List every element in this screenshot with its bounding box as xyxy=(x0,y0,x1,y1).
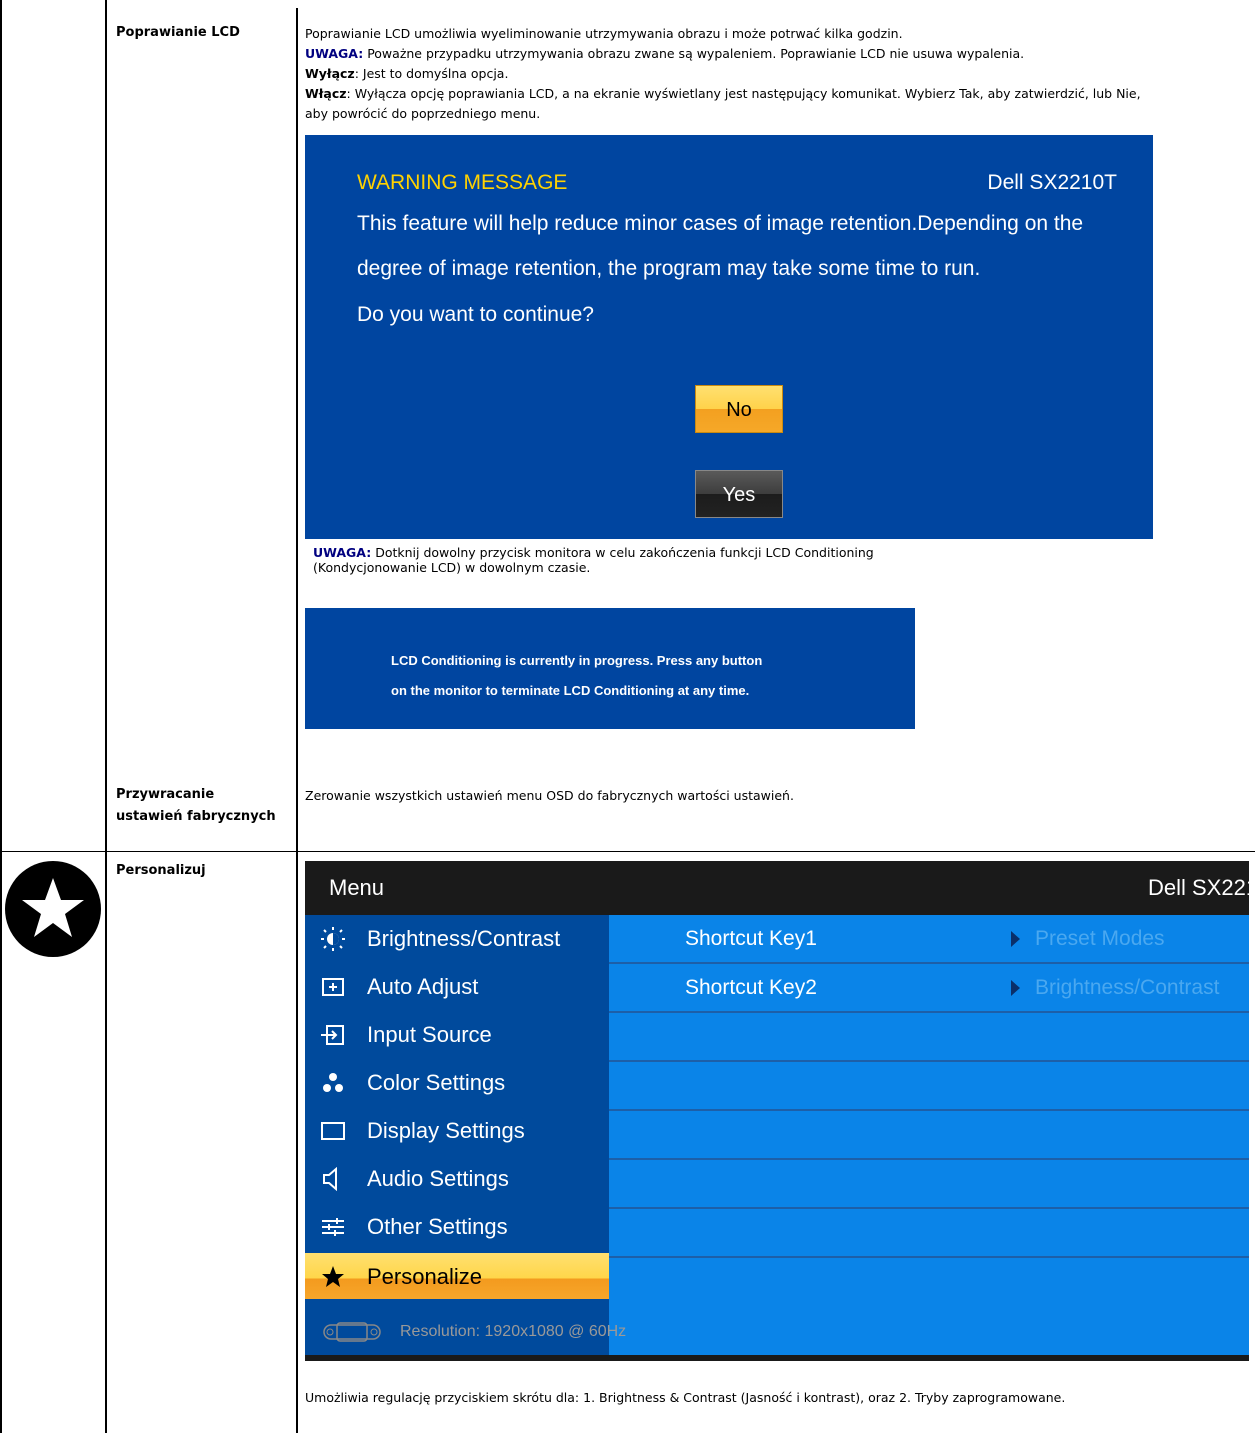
color-settings-icon xyxy=(323,1073,343,1092)
on-text: : Wyłącza opcję poprawiania LCD, a na ek… xyxy=(346,86,1141,101)
display-settings-icon xyxy=(321,1122,345,1140)
table-left-border xyxy=(0,0,2,1433)
progress-line1: LCD Conditioning is currently in progres… xyxy=(391,653,763,668)
menu-item-color-settings[interactable]: Color Settings xyxy=(305,1059,609,1107)
input-source-icon xyxy=(321,1025,344,1045)
menu-item-audio-settings[interactable]: Audio Settings xyxy=(305,1155,609,1203)
menu-item-label: Input Source xyxy=(367,1022,492,1047)
shortcut-key-label: Shortcut Key1 xyxy=(685,927,817,950)
audio-settings-icon xyxy=(323,1167,337,1191)
row-label-factory-reset: Przywracanie ustawień fabrycznych xyxy=(116,784,276,828)
factory-reset-label-line1: Przywracanie xyxy=(116,787,215,802)
osd-model: Dell SX2210T xyxy=(1148,875,1249,900)
other-settings-icon xyxy=(322,1218,344,1236)
off-text: : Jest to domyślna opcja. xyxy=(354,66,509,81)
resolution-text: Resolution: 1920x1080 @ 60Hz xyxy=(400,1323,627,1340)
note2-label: UWAGA: xyxy=(313,545,372,560)
osd-menu-list: Brightness/Contrast Auto Adjust Input So… xyxy=(305,915,609,1355)
menu-item-label: Display Settings xyxy=(367,1118,525,1143)
note2-line1: UWAGA: Dotknij dowolny przycisk monitora… xyxy=(313,545,874,560)
brightness-icon xyxy=(321,927,345,951)
lcd-off-option: Wyłącz: Jest to domyślna opcja. xyxy=(305,64,1141,84)
row-divider xyxy=(0,851,1255,852)
osd-shortcut-panel: Shortcut Key1 Preset Modes Shortcut Key2… xyxy=(609,915,1249,1355)
note2-text1: Dotknij dowolny przycisk monitora w celu… xyxy=(371,545,874,560)
menu-item-label: Other Settings xyxy=(367,1214,508,1239)
note2-line2: (Kondycjonowanie LCD) w dowolnym czasie. xyxy=(313,560,591,575)
warning-model: Dell SX2210T xyxy=(987,171,1117,194)
note-label: UWAGA: xyxy=(305,46,364,61)
vga-connector-icon xyxy=(323,1322,381,1342)
empty-row xyxy=(609,1013,1249,1062)
yes-button[interactable]: Yes xyxy=(695,470,783,518)
warning-title: WARNING MESSAGE xyxy=(357,171,568,194)
menu-item-display-settings[interactable]: Display Settings xyxy=(305,1107,609,1155)
progress-line2: on the monitor to terminate LCD Conditio… xyxy=(391,683,750,698)
personalize-description: Umożliwia regulację przyciskiem skrótu d… xyxy=(305,1390,1066,1405)
shortcut-key-label: Shortcut Key2 xyxy=(685,976,817,999)
shortcut-value: Preset Modes xyxy=(1035,927,1165,950)
lcd-note: UWAGA: Poważne przypadku utrzymywania ob… xyxy=(305,44,1141,64)
menu-item-input-source[interactable]: Input Source xyxy=(305,1011,609,1059)
progress-dialog: LCD Conditioning is currently in progres… xyxy=(305,608,915,729)
note-text: Poważne przypadku utrzymywania obrazu zw… xyxy=(363,46,1025,61)
no-button[interactable]: No xyxy=(695,385,783,433)
shortcut-row-2[interactable]: Shortcut Key2 Brightness/Contrast xyxy=(609,964,1249,1013)
lcd-description-line5: aby powrócić do poprzedniego menu. xyxy=(305,106,541,121)
warning-dialog: WARNING MESSAGE Dell SX2210T This featur… xyxy=(305,135,1153,539)
lcd-description: Poprawianie LCD umożliwia wyeliminowanie… xyxy=(305,24,1141,124)
menu-item-label: Audio Settings xyxy=(367,1166,509,1191)
empty-row xyxy=(609,1160,1249,1209)
star-icon xyxy=(322,1266,344,1287)
empty-row xyxy=(609,1111,1249,1160)
on-label: Włącz xyxy=(305,86,347,101)
row-label-personalize: Personalizuj xyxy=(116,863,206,878)
empty-row xyxy=(609,1209,1249,1258)
factory-reset-label-line2: ustawień fabrycznych xyxy=(116,809,276,824)
arrow-right-icon xyxy=(1011,931,1020,947)
warning-line1: This feature will help reduce minor case… xyxy=(357,212,1084,235)
menu-item-brightness-contrast[interactable]: Brightness/Contrast xyxy=(305,915,609,963)
lcd-on-option: Włącz: Wyłącza opcję poprawiania LCD, a … xyxy=(305,84,1141,104)
lcd-description-line1: Poprawianie LCD umożliwia wyeliminowanie… xyxy=(305,26,903,41)
empty-row xyxy=(609,1062,1249,1111)
table-column-divider-1 xyxy=(105,0,107,1433)
menu-item-label: Personalize xyxy=(367,1264,482,1289)
row-label-lcd-conditioning: Poprawianie LCD xyxy=(116,25,240,40)
menu-item-label: Auto Adjust xyxy=(367,974,479,999)
shortcut-value: Brightness/Contrast xyxy=(1035,976,1220,999)
arrow-right-icon xyxy=(1011,980,1020,996)
menu-item-label: Color Settings xyxy=(367,1070,506,1095)
warning-line2: degree of image retention, the program m… xyxy=(357,257,981,280)
factory-reset-description: Zerowanie wszystkich ustawień menu OSD d… xyxy=(305,788,794,803)
empty-row xyxy=(609,1258,1249,1305)
star-icon xyxy=(2,858,104,960)
lcd-note-2: UWAGA: Dotknij dowolny przycisk monitora… xyxy=(313,545,874,575)
off-label: Wyłącz xyxy=(305,66,355,81)
menu-item-label: Brightness/Contrast xyxy=(367,926,561,951)
osd-title: Menu xyxy=(329,875,385,900)
menu-item-personalize[interactable]: Personalize xyxy=(305,1253,609,1299)
auto-adjust-icon xyxy=(322,978,344,996)
warning-line3: Do you want to continue? xyxy=(357,303,594,326)
table-column-divider-2 xyxy=(296,8,298,1433)
osd-menu: Menu Dell SX2210T Brightness/Contrast Au… xyxy=(305,861,1249,1361)
menu-item-other-settings[interactable]: Other Settings xyxy=(305,1203,609,1251)
menu-item-auto-adjust[interactable]: Auto Adjust xyxy=(305,963,609,1011)
shortcut-row-1[interactable]: Shortcut Key1 Preset Modes xyxy=(609,915,1249,964)
